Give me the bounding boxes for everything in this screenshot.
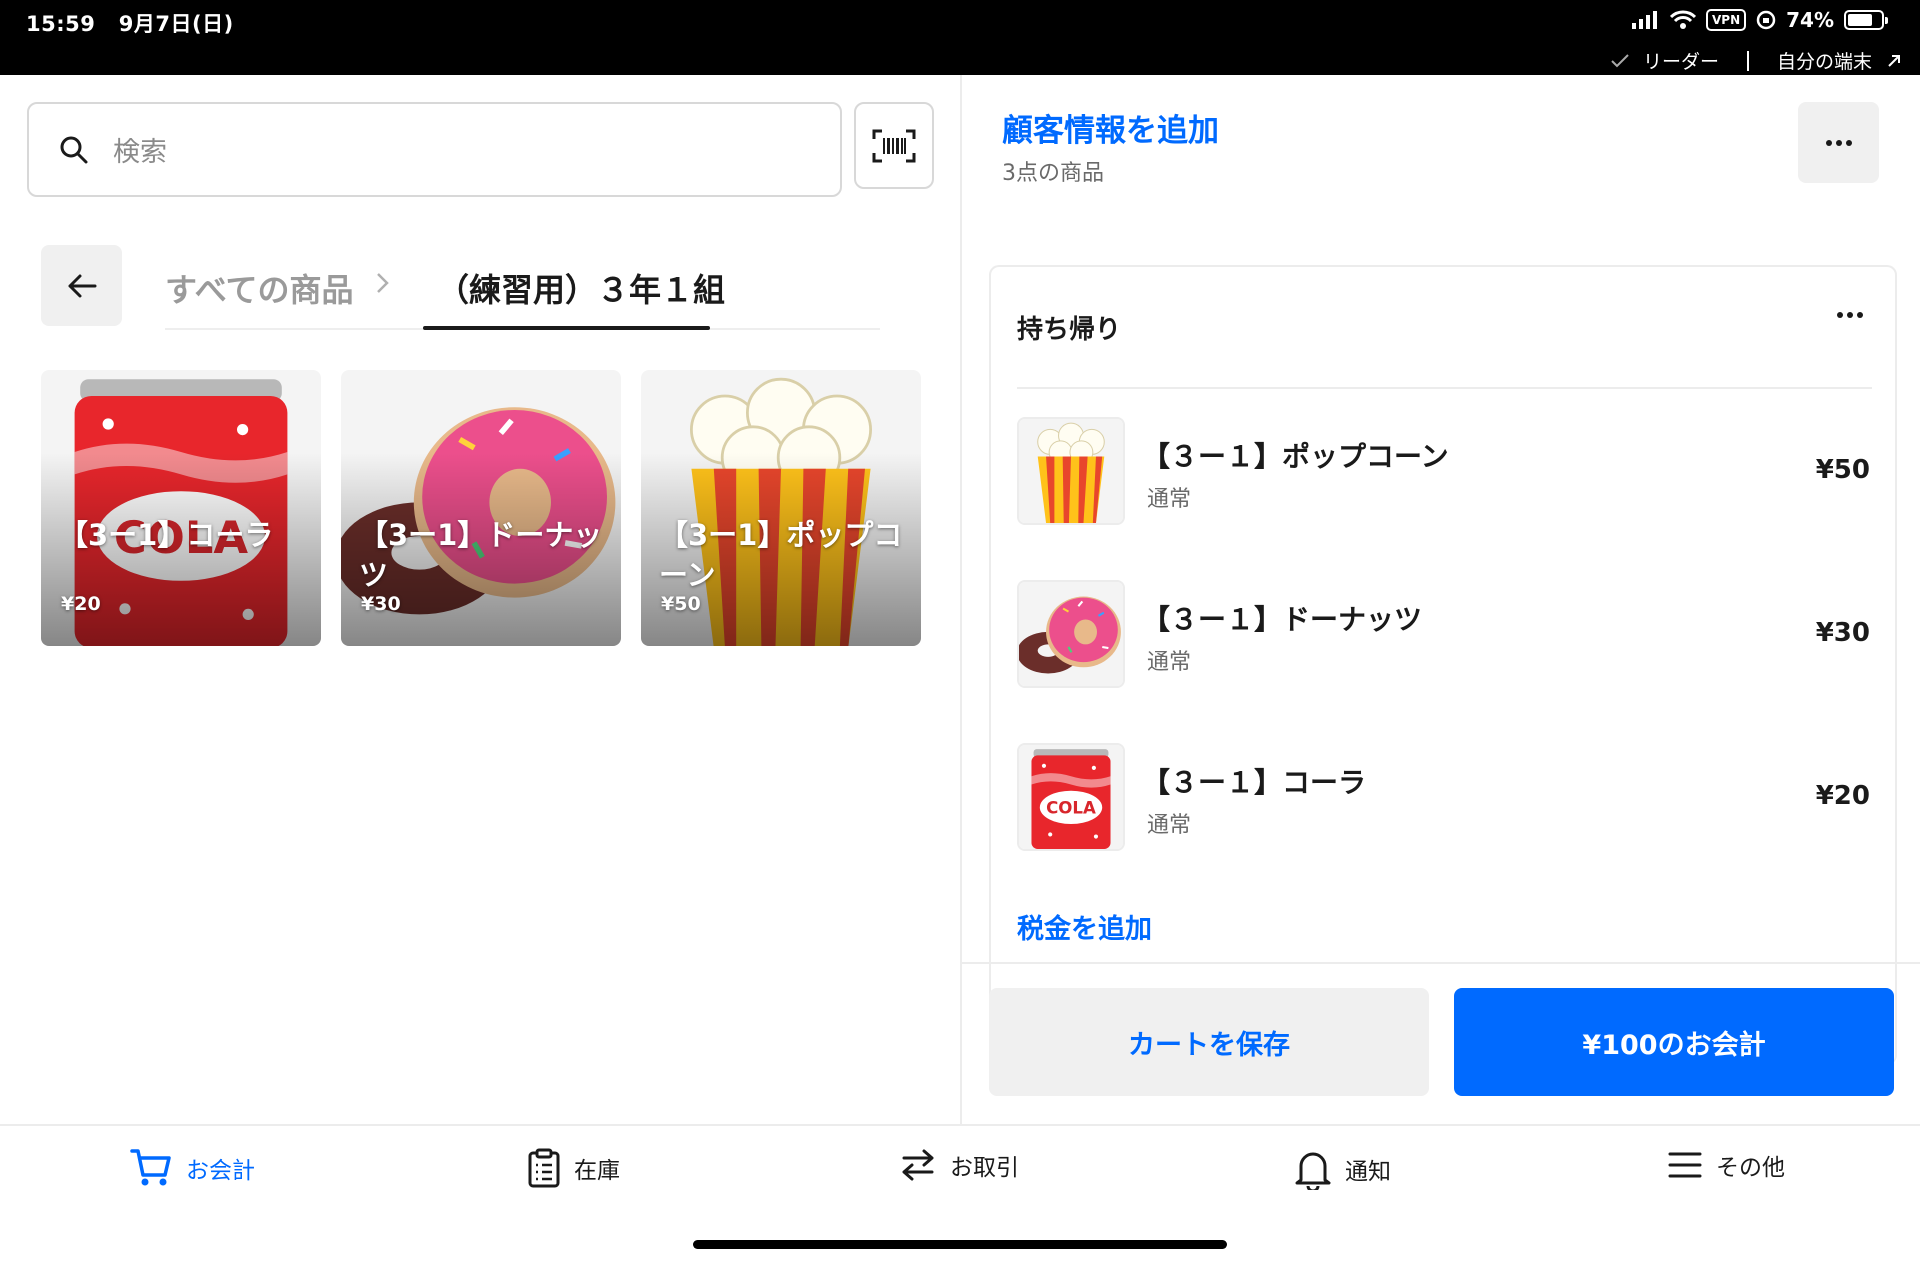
nav-more[interactable]: その他 — [1668, 1148, 1785, 1182]
nav-label: その他 — [1716, 1155, 1785, 1181]
battery-icon — [1844, 10, 1888, 30]
cart-line-popcorn[interactable]: 【３ー１】ポップコーン 通常 ¥50 — [1017, 417, 1872, 527]
cart-line-donut[interactable]: 【３ー１】ドーナッツ 通常 ¥30 — [1017, 580, 1872, 690]
reader-label[interactable]: リーダー — [1643, 47, 1719, 74]
line-name: 【３ー１】ドーナッツ — [1142, 603, 1423, 636]
add-tax-link[interactable]: 税金を追加 — [1017, 907, 1152, 946]
tile-name: 【3ー1】ポップコーン — [659, 518, 903, 592]
status-indicators: VPN 74% — [1632, 8, 1888, 32]
rotation-lock-icon — [1756, 10, 1776, 30]
line-thumbnail — [1017, 580, 1125, 688]
add-customer-link[interactable]: 顧客情報を追加 — [1002, 105, 1219, 150]
cart-icon — [130, 1149, 171, 1186]
line-thumbnail — [1017, 417, 1125, 525]
checkout-button[interactable]: ¥100のお会計 — [1454, 988, 1894, 1096]
status-date: 9月7日(日) — [118, 12, 234, 36]
nav-label: お取引 — [950, 1155, 1019, 1181]
section-more-button[interactable] — [1835, 305, 1865, 324]
tile-price: ¥30 — [361, 593, 401, 615]
chevron-right-icon — [377, 273, 389, 293]
nav-inventory[interactable]: 在庫 — [528, 1148, 620, 1188]
search-input[interactable]: 検索 — [27, 102, 842, 197]
tile-price: ¥20 — [61, 593, 101, 615]
search-icon — [60, 136, 88, 163]
nav-transactions[interactable]: お取引 — [900, 1148, 1019, 1182]
item-tile-cola[interactable]: COLA 【3ー1】コーラ ¥20 — [41, 370, 321, 646]
section-title: 持ち帰り — [1017, 315, 1122, 345]
cart-item-count: 3点の商品 — [1002, 161, 1104, 186]
line-price: ¥30 — [1815, 618, 1870, 648]
item-tile-donut[interactable]: 【3ー1】ドーナッツ ¥30 — [341, 370, 621, 646]
svg-text:COLA: COLA — [1046, 799, 1096, 818]
status-time: 15:59 9月7日(日) — [26, 12, 234, 36]
bell-icon — [1295, 1152, 1331, 1190]
cart-line-cola[interactable]: COLA 【３ー１】コーラ 通常 ¥20 — [1017, 743, 1872, 853]
tile-name: 【3ー1】コーラ — [59, 518, 274, 552]
barcode-scan-button[interactable] — [854, 102, 934, 189]
clipboard-icon — [528, 1148, 560, 1188]
line-name: 【３ー１】ポップコーン — [1142, 440, 1449, 473]
line-variant: 通常 — [1147, 487, 1192, 512]
menu-icon — [1668, 1152, 1702, 1178]
breadcrumb: すべての商品 （練習用）３年１組 — [165, 245, 880, 330]
search-placeholder: 検索 — [113, 137, 167, 168]
cola-illustration: COLA — [1019, 745, 1123, 849]
item-tile-popcorn[interactable]: 【3ー1】ポップコーン ¥50 — [641, 370, 921, 646]
more-icon — [1825, 139, 1852, 146]
cola-image: COLA — [1019, 745, 1123, 849]
breadcrumb-all-items[interactable]: すべての商品 — [165, 265, 353, 311]
signal-icon — [1632, 11, 1657, 29]
line-price: ¥20 — [1815, 781, 1870, 811]
wifi-icon — [1670, 10, 1696, 29]
divider — [962, 962, 1920, 964]
tile-price: ¥50 — [661, 593, 701, 615]
cart-panel: 顧客情報を追加 3点の商品 持ち帰り 【３ー１】ポップコーン 通常 ¥50 【３… — [962, 75, 1920, 1125]
donut-image — [1019, 582, 1123, 686]
nav-label: 在庫 — [574, 1158, 620, 1184]
cart-section: 持ち帰り 【３ー１】ポップコーン 通常 ¥50 【３ー１】ドーナッツ 通常 ¥3… — [989, 265, 1897, 1065]
device-label[interactable]: 自分の端末 — [1777, 47, 1872, 74]
nav-notifications[interactable]: 通知 — [1295, 1148, 1391, 1190]
divider — [1746, 50, 1749, 71]
back-button[interactable] — [41, 245, 122, 326]
line-price: ¥50 — [1815, 455, 1870, 485]
vpn-badge: VPN — [1706, 9, 1747, 31]
arrow-left-icon — [68, 274, 96, 297]
home-indicator[interactable] — [693, 1240, 1227, 1249]
arrow-up-right-icon — [1888, 54, 1900, 67]
cart-more-button[interactable] — [1798, 102, 1879, 183]
line-thumbnail: COLA — [1017, 743, 1125, 851]
divider — [1017, 387, 1872, 389]
active-tab-indicator — [423, 326, 710, 330]
barcode-icon — [872, 129, 916, 162]
device-bar: リーダー 自分の端末 — [1611, 47, 1902, 74]
popcorn-image — [1019, 419, 1123, 523]
battery-percent: 74% — [1786, 8, 1834, 32]
status-bar: 15:59 9月7日(日) VPN 74% リーダー 自分の端末 — [0, 0, 1920, 75]
breadcrumb-current[interactable]: （練習用）３年１組 — [437, 265, 725, 311]
donut-illustration — [1019, 582, 1123, 686]
check-icon — [1611, 53, 1629, 67]
item-library-panel: 検索 すべての商品 （練習用）３年１組 COLA 【3ー1】コーラ ¥20 — [0, 75, 960, 1125]
save-cart-button[interactable]: カートを保存 — [989, 988, 1429, 1096]
popcorn-illustration — [1019, 419, 1123, 523]
line-name: 【３ー１】コーラ — [1142, 766, 1367, 799]
swap-arrows-icon — [902, 1149, 934, 1181]
nav-label: 通知 — [1345, 1159, 1391, 1185]
nav-label: お会計 — [186, 1158, 255, 1184]
line-variant: 通常 — [1147, 650, 1192, 675]
nav-checkout[interactable]: お会計 — [130, 1148, 255, 1188]
more-icon — [1837, 312, 1863, 318]
tile-name: 【3ー1】ドーナッツ — [359, 518, 603, 592]
line-variant: 通常 — [1147, 813, 1192, 838]
